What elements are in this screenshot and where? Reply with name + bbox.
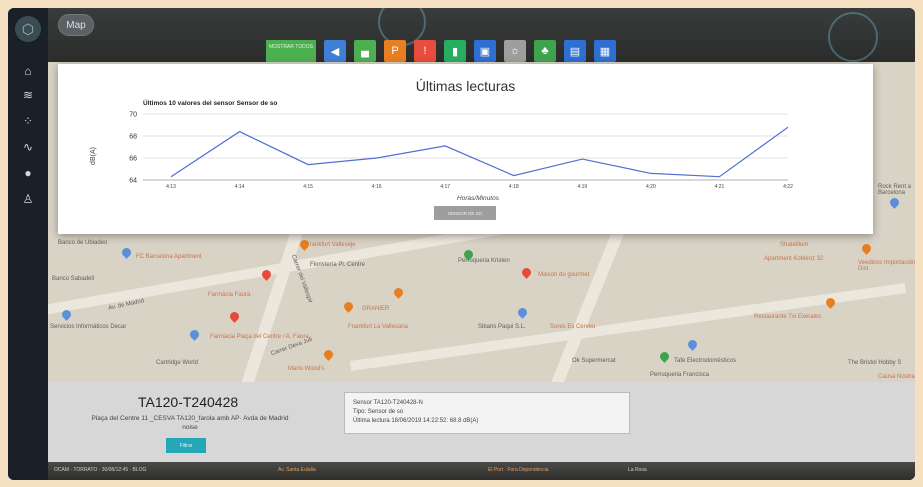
waste-icon[interactable]: ▮ xyxy=(444,40,466,62)
map-pin-icon[interactable] xyxy=(686,338,699,351)
show-all-tab[interactable]: MOSTRAR TODOS xyxy=(266,40,316,62)
y-tick-label: 66 xyxy=(129,156,137,163)
card-last-reading: Última lectura 18/06/2019 14:22:52: 68.8… xyxy=(353,418,479,424)
decor-circle xyxy=(828,12,878,62)
y-tick-label: 64 xyxy=(129,178,137,185)
footer-street: El Port · Fora Dependència xyxy=(488,467,549,473)
map-label: Frankfurt La Vallesana xyxy=(348,324,408,330)
footer-status: OCAM · TORRATO · 30/08/12:45 · BLOG xyxy=(54,467,147,473)
map-label: Farmàcia Plaça del Centre / A. Faura xyxy=(210,334,309,340)
map-label: Farmàcia Faura xyxy=(208,292,251,298)
map-label: Servicios Informáticos Decar xyxy=(50,324,127,330)
map-label: Banco Sabadell xyxy=(52,276,95,282)
wifi-icon[interactable]: ≋ xyxy=(8,84,48,106)
x-axis-label: Horas/Minutos xyxy=(457,195,500,202)
sensor-detail-card: Sensor TA120-T240428-N Tipo: Sensor de s… xyxy=(344,392,630,434)
x-tick-label: 4:20 xyxy=(646,184,656,190)
map-label: GRANIER xyxy=(362,306,390,312)
car-icon[interactable]: ▄ xyxy=(354,40,376,62)
chart-x-ticks: 4:13 4:14 4:15 4:16 4:17 4:18 4:19 4:20 4:21 4:22 xyxy=(166,184,793,190)
x-tick-label: 4:22 xyxy=(783,184,793,190)
sensor-type-button[interactable]: SENSOR DE SO xyxy=(434,206,496,220)
map-label: Sibaris Paqui S.L. xyxy=(478,324,526,330)
map-label: FC Barcelona Apartment xyxy=(136,254,202,260)
y-tick-label: 70 xyxy=(129,112,137,119)
map-pin-icon[interactable] xyxy=(322,348,335,361)
map-label: Frankfurt Valleseje xyxy=(306,242,356,248)
map-label: Apartment Koblenz 32 xyxy=(764,256,824,262)
y-axis-label: dB(A) xyxy=(90,147,97,165)
map-pin-icon[interactable] xyxy=(188,328,201,341)
sensor-info-panel: TA120-T240428 Plaça del Centre 11 _CESVA… xyxy=(48,382,915,462)
map-label: Floristería Pl. Centre xyxy=(310,262,366,268)
map-label: Maison du gourmet xyxy=(538,272,590,278)
x-tick-label: 4:16 xyxy=(372,184,382,190)
map-label: Tafe Electrodomésticos xyxy=(674,358,737,364)
footer-bar: OCAM · TORRATO · 30/08/12:45 · BLOG Av. … xyxy=(48,462,915,480)
calendar-icon[interactable]: ▦ xyxy=(594,40,616,62)
analytics-icon[interactable]: ∿ xyxy=(8,136,48,158)
x-tick-label: 4:15 xyxy=(303,184,313,190)
map-label: Ok Supermercat xyxy=(572,358,616,364)
left-sidebar: ⬡ ⌂ ≋ ⁘ ∿ ● ♙ xyxy=(8,8,48,480)
card-sensor-type: Tipo: Sensor de so xyxy=(353,409,404,415)
sensor-type-line: noise xyxy=(182,424,198,431)
map-pin-icon[interactable] xyxy=(516,306,529,319)
map-label: Sores Es Cerveu xyxy=(550,324,596,330)
network-icon[interactable]: ⁘ xyxy=(8,110,48,132)
map-label: Veedicos Importación Y Dist xyxy=(858,260,915,272)
device-icon[interactable]: ▣ xyxy=(474,40,496,62)
location-icon[interactable]: ● xyxy=(8,162,48,184)
chart-y-ticks: 64 66 68 70 xyxy=(129,112,137,185)
user-icon[interactable]: ♙ xyxy=(8,188,48,210)
sensor-address-line: Plaça del Centre 11 _CESVA TA120_farola … xyxy=(91,415,289,422)
tree-icon[interactable]: ♣ xyxy=(534,40,556,62)
map-pin-icon[interactable] xyxy=(520,266,533,279)
x-tick-label: 4:13 xyxy=(166,184,176,190)
layer-toolbar: MOSTRAR TODOS ◀ ▄ P ! ▮ ▣ ☼ ♣ ▤ ▦ xyxy=(266,40,616,62)
map-label: Stratellium xyxy=(780,242,809,248)
map-label: Cartridge World xyxy=(156,360,198,366)
filter-button[interactable]: Filtrar xyxy=(166,438,206,453)
map-label: Perruqueria Francisca xyxy=(650,372,710,378)
map-button[interactable]: Map xyxy=(58,14,94,36)
series-line xyxy=(170,126,789,178)
x-tick-label: 4:14 xyxy=(235,184,245,190)
map-label: Restaurante Txi Exerales xyxy=(754,314,822,320)
map-pin-icon[interactable] xyxy=(342,300,355,313)
x-tick-label: 4:18 xyxy=(509,184,519,190)
map-pin-icon[interactable] xyxy=(658,350,671,363)
x-tick-label: 4:21 xyxy=(715,184,725,190)
map-label: Banco de Ubiadeo xyxy=(58,240,108,246)
sensor-name: TA120-T240428 xyxy=(138,394,239,410)
latest-readings-modal: Últimas lecturas Últimos 10 valores del … xyxy=(58,64,873,234)
light-icon[interactable]: ☼ xyxy=(504,40,526,62)
map-pin-icon[interactable] xyxy=(120,246,133,259)
map-label: The Bristol Hobby S xyxy=(848,360,902,366)
map-label: Marlo Wood's xyxy=(288,366,325,372)
y-tick-label: 68 xyxy=(129,134,137,141)
map-label: Causa Nostra xyxy=(878,374,915,380)
sensor-address: Plaça del Centre 11 _CESVA TA120_farola … xyxy=(80,414,300,432)
home-icon[interactable]: ⌂ xyxy=(8,60,48,82)
noise-icon[interactable]: ◀ xyxy=(324,40,346,62)
x-tick-label: 4:17 xyxy=(440,184,450,190)
footer-street: Av. Santa Eulalia xyxy=(278,467,316,473)
map-pin-icon[interactable] xyxy=(392,286,405,299)
map-road xyxy=(350,283,906,371)
card-sensor-id: Sensor TA120-T240428-N xyxy=(353,400,423,406)
readings-line-chart: Últimos 10 valores del sensor Sensor de … xyxy=(90,98,793,202)
map-label: Rock Rent a Barcelona xyxy=(878,184,912,196)
screen-icon[interactable]: ▤ xyxy=(564,40,586,62)
footer-street: La Rosa xyxy=(628,467,647,473)
alert-icon[interactable]: ! xyxy=(414,40,436,62)
parking-icon[interactable]: P xyxy=(384,40,406,62)
x-tick-label: 4:19 xyxy=(577,184,587,190)
map-pin-icon[interactable] xyxy=(228,310,241,323)
app-logo-icon[interactable]: ⬡ xyxy=(15,16,41,42)
map-pin-icon[interactable] xyxy=(860,242,873,255)
chart-title: Últimos 10 valores del sensor Sensor de … xyxy=(143,98,277,107)
map-pin-icon[interactable] xyxy=(888,196,901,209)
chart-grid xyxy=(143,113,788,181)
